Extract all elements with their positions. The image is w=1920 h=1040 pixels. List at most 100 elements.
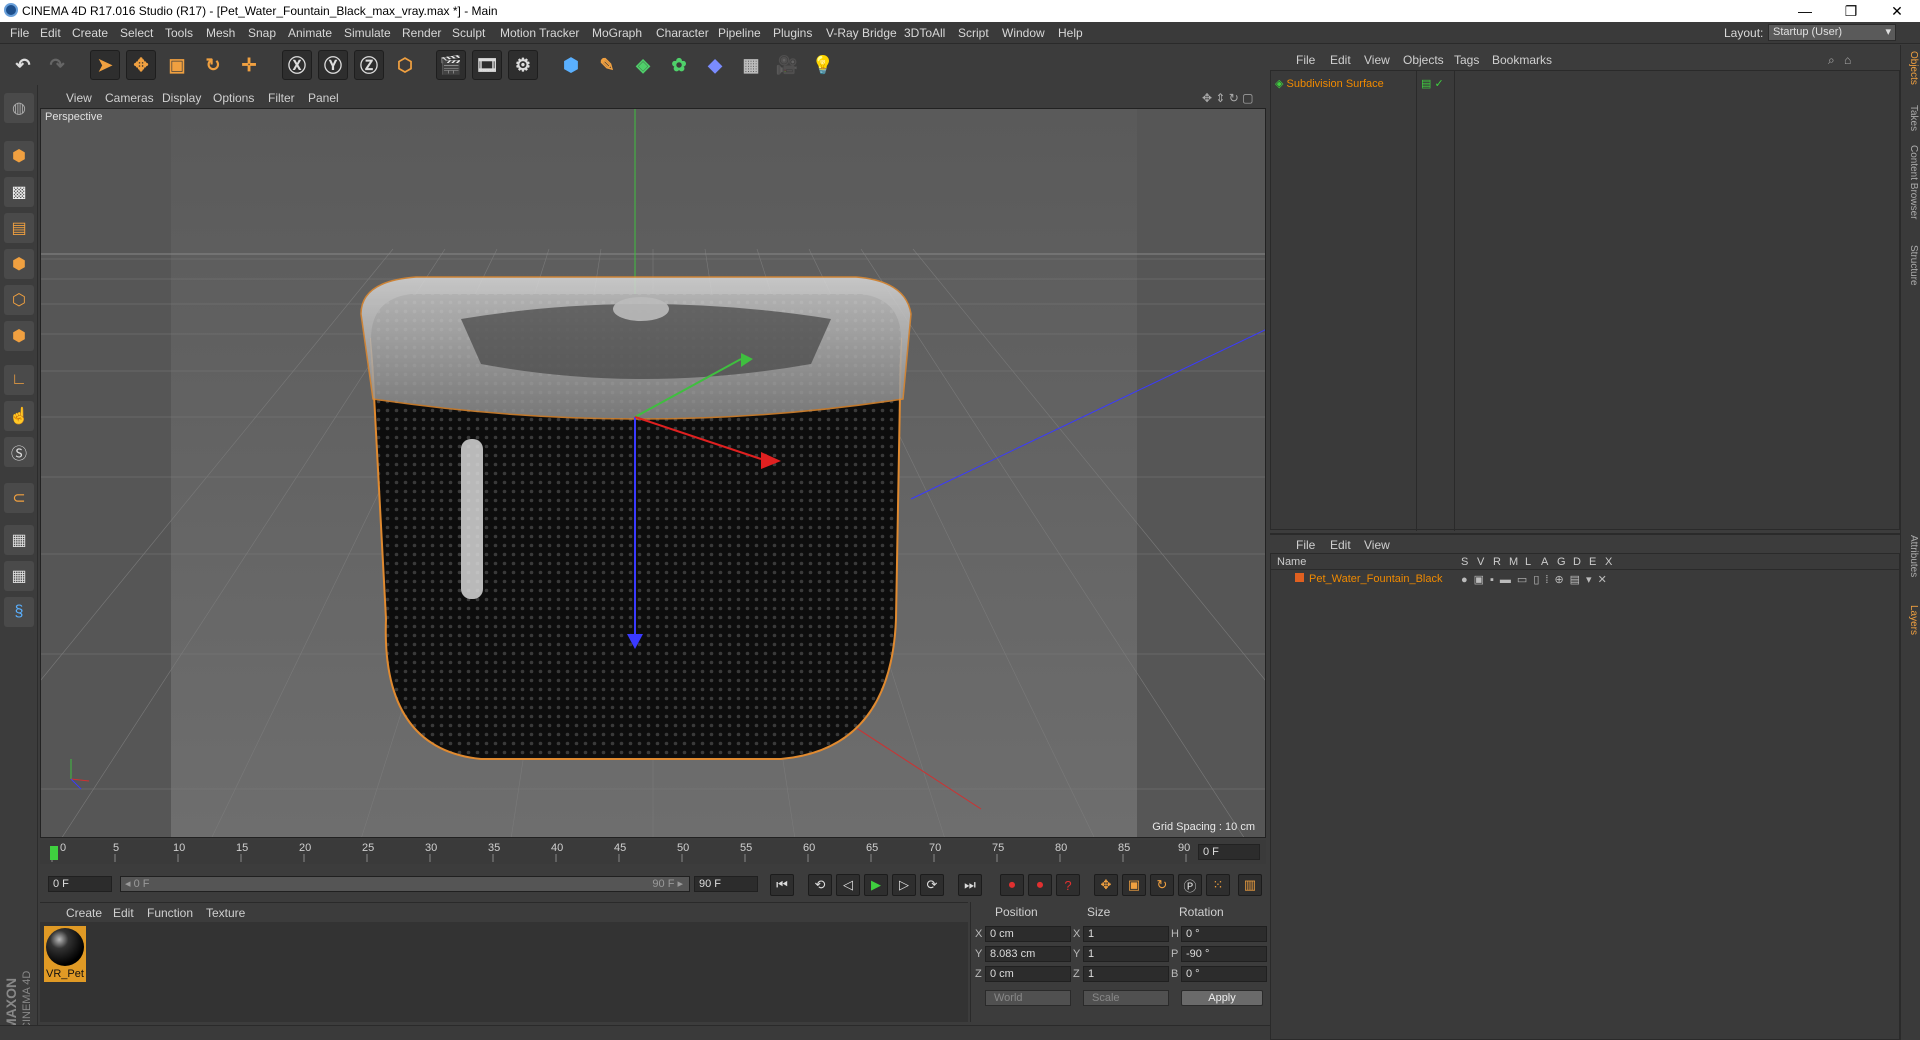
close-button[interactable]: ✕: [1874, 0, 1920, 22]
autokey-icon[interactable]: ⏺: [1028, 874, 1052, 896]
timeline[interactable]: 0 5 10 15 20 25 30 35 40 45 50 55 60 65 …: [40, 840, 1266, 864]
timeline-ruler[interactable]: 0 5 10 15 20 25 30 35 40 45 50 55 60 65 …: [50, 842, 1190, 862]
layout-dropdown[interactable]: Startup (User) ▾: [1768, 24, 1896, 41]
object-menu-tags[interactable]: Tags: [1454, 53, 1479, 67]
key-pla-icon[interactable]: ⁙: [1206, 874, 1230, 896]
tab-takes[interactable]: Takes: [1903, 105, 1919, 131]
rotation-p-field[interactable]: -90 °: [1181, 946, 1267, 962]
menu-motion-tracker[interactable]: Motion Tracker: [500, 26, 579, 40]
viewport-menu-filter[interactable]: Filter: [268, 91, 295, 105]
axis-mode-icon[interactable]: ∟: [4, 365, 34, 395]
object-menu-view[interactable]: View: [1364, 53, 1390, 67]
material-menu-create[interactable]: Create: [66, 906, 102, 920]
menu-plugins[interactable]: Plugins: [773, 26, 812, 40]
next-frame-icon[interactable]: ▷: [892, 874, 916, 896]
previous-key-icon[interactable]: ⟲: [808, 874, 832, 896]
size-z-field[interactable]: 1: [1083, 966, 1169, 982]
layer-menu-view[interactable]: View: [1364, 538, 1390, 552]
menu-window[interactable]: Window: [1002, 26, 1045, 40]
coordinate-system-icon[interactable]: ⬡: [390, 50, 420, 80]
viewport-menu-options[interactable]: Options: [213, 91, 254, 105]
layer-menu-file[interactable]: File: [1296, 538, 1315, 552]
menu-sculpt[interactable]: Sculpt: [452, 26, 485, 40]
viewport-menu-panel[interactable]: Panel: [308, 91, 339, 105]
layer-flag-icons[interactable]: ●▣▪▬▭▯⁞⊕▤▾✕: [1461, 573, 1613, 586]
pen-spline-icon[interactable]: ✎: [592, 50, 622, 80]
python-icon[interactable]: §: [4, 597, 34, 627]
lock-workplane-icon[interactable]: ▦: [4, 525, 34, 555]
tab-attributes[interactable]: Attributes: [1903, 535, 1919, 577]
object-menu-objects[interactable]: Objects: [1403, 53, 1444, 67]
viewport-nav-icons[interactable]: ✥ ⇕ ↻ ▢: [1202, 91, 1254, 105]
object-row-subdivision-surface[interactable]: ◈ Subdivision Surface: [1275, 77, 1384, 90]
perspective-viewport[interactable]: Perspective Grid Spacing : 10 cm: [40, 108, 1266, 838]
render-picture-viewer-icon[interactable]: 🎞: [472, 50, 502, 80]
redo-icon[interactable]: ↷: [42, 50, 72, 80]
home-icon[interactable]: ⌂: [1844, 53, 1851, 67]
rotate-icon[interactable]: ↻: [198, 50, 228, 80]
rotation-h-field[interactable]: 0 °: [1181, 926, 1267, 942]
select-cursor-icon[interactable]: ➤: [90, 50, 120, 80]
material-menu-texture[interactable]: Texture: [206, 906, 245, 920]
model-mode-icon[interactable]: ⬢: [4, 141, 34, 171]
menu-pipeline[interactable]: Pipeline: [718, 26, 761, 40]
render-settings-icon[interactable]: ⚙: [508, 50, 538, 80]
key-position-icon[interactable]: ✥: [1094, 874, 1118, 896]
layer-menu-edit[interactable]: Edit: [1330, 538, 1351, 552]
menu-mesh[interactable]: Mesh: [206, 26, 235, 40]
menu-animate[interactable]: Animate: [288, 26, 332, 40]
tab-objects[interactable]: Objects: [1903, 51, 1919, 85]
light-icon[interactable]: 💡: [808, 50, 838, 80]
start-frame-field[interactable]: 0 F: [48, 876, 112, 892]
position-y-field[interactable]: 8.083 cm: [985, 946, 1071, 962]
key-scale-icon[interactable]: ▣: [1122, 874, 1146, 896]
material-swatch[interactable]: VR_Pet: [44, 926, 86, 982]
object-enabled-check-icon[interactable]: ▤ ✓: [1421, 77, 1444, 90]
tab-layers[interactable]: Layers: [1903, 605, 1919, 635]
texture-mode-icon[interactable]: ▩: [4, 177, 34, 207]
menu-simulate[interactable]: Simulate: [344, 26, 391, 40]
menu-snap[interactable]: Snap: [248, 26, 276, 40]
workplane-mode-icon[interactable]: ▤: [4, 213, 34, 243]
menu-mograph[interactable]: MoGraph: [592, 26, 642, 40]
floor-icon[interactable]: ▦: [736, 50, 766, 80]
current-frame-field[interactable]: 0 F: [1198, 844, 1260, 860]
magnet-icon[interactable]: ⊂: [4, 483, 34, 513]
cube-icon[interactable]: ⬢: [556, 50, 586, 80]
menu-edit[interactable]: Edit: [40, 26, 61, 40]
menu-create[interactable]: Create: [72, 26, 108, 40]
coordinate-mode-dropdown[interactable]: World: [985, 990, 1071, 1006]
size-y-field[interactable]: 1: [1083, 946, 1169, 962]
position-z-field[interactable]: 0 cm: [985, 966, 1071, 982]
size-mode-dropdown[interactable]: Scale: [1083, 990, 1169, 1006]
menu-select[interactable]: Select: [120, 26, 153, 40]
menu-file[interactable]: File: [10, 26, 29, 40]
rotation-b-field[interactable]: 0 °: [1181, 966, 1267, 982]
layer-row[interactable]: Pet_Water_Fountain_Black ●▣▪▬▭▯⁞⊕▤▾✕: [1271, 572, 1901, 588]
material-menu-edit[interactable]: Edit: [113, 906, 134, 920]
polygons-mode-icon[interactable]: ⬢: [4, 321, 34, 351]
timeline-window-icon[interactable]: ▥: [1238, 874, 1262, 896]
menu-character[interactable]: Character: [656, 26, 709, 40]
menu-tools[interactable]: Tools: [165, 26, 193, 40]
end-frame-field[interactable]: 90 F: [694, 876, 758, 892]
live-selection-icon[interactable]: ✛: [234, 50, 264, 80]
menu-help[interactable]: Help: [1058, 26, 1083, 40]
layer-color-swatch[interactable]: [1295, 573, 1304, 582]
subdivision-icon[interactable]: ◈: [628, 50, 658, 80]
minimize-button[interactable]: —: [1782, 0, 1828, 22]
move-icon[interactable]: ✥: [126, 50, 156, 80]
tweak-mode-icon[interactable]: ☝: [4, 401, 34, 431]
previous-frame-icon[interactable]: ◁: [836, 874, 860, 896]
object-menu-file[interactable]: File: [1296, 53, 1315, 67]
y-axis-lock-icon[interactable]: Ⓨ: [318, 50, 348, 80]
menu-3dtoall[interactable]: 3DToAll: [904, 26, 945, 40]
render-view-icon[interactable]: 🎬: [436, 50, 466, 80]
record-icon[interactable]: ⏺: [1000, 874, 1024, 896]
snapping-icon[interactable]: Ⓢ: [4, 437, 34, 467]
tab-content-browser[interactable]: Content Browser: [1903, 145, 1919, 219]
undo-icon[interactable]: ↶: [8, 50, 38, 80]
camera-icon[interactable]: 🎥: [772, 50, 802, 80]
x-axis-lock-icon[interactable]: Ⓧ: [282, 50, 312, 80]
scale-icon[interactable]: ▣: [162, 50, 192, 80]
